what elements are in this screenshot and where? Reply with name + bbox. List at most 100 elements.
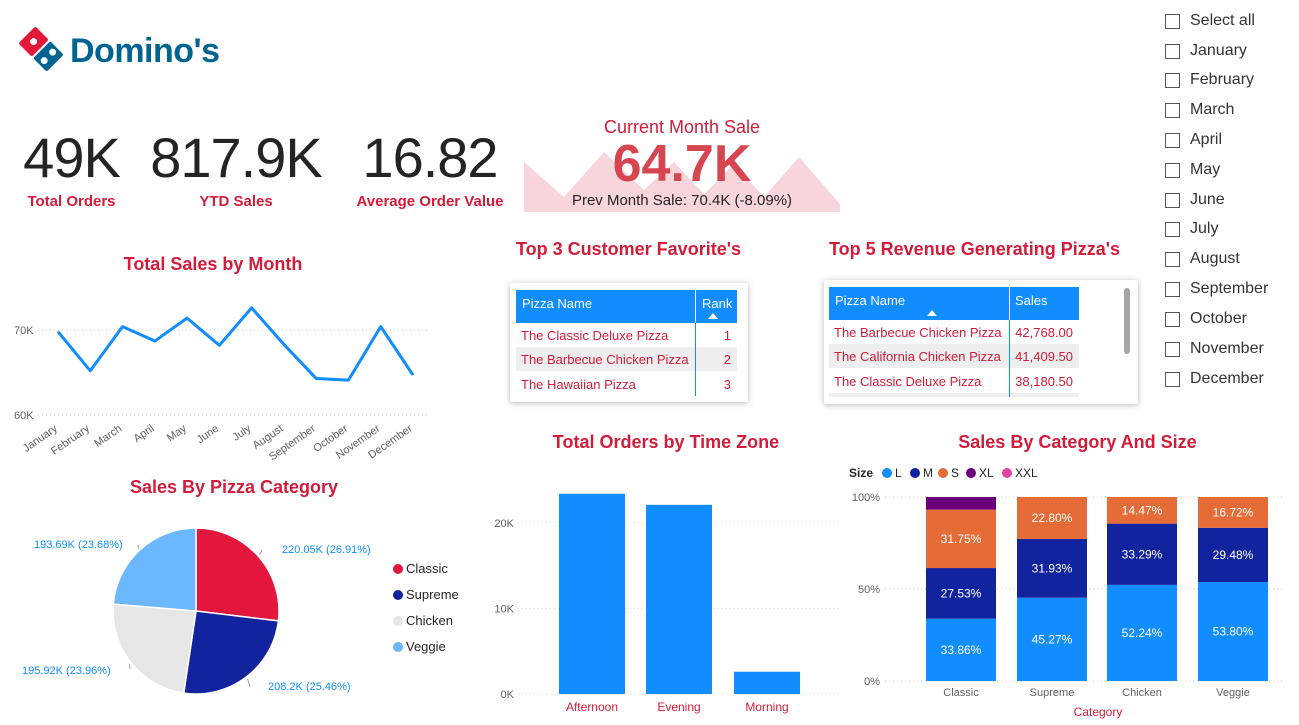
current-month-value: 64.7K — [612, 135, 752, 193]
legend-label[interactable]: Classic — [406, 561, 448, 576]
column-header-pizza-name[interactable]: Pizza Name — [835, 293, 905, 308]
x-axis-title: Category — [1074, 705, 1123, 719]
filter-march[interactable]: March — [1165, 101, 1234, 119]
checkbox-icon[interactable] — [1165, 43, 1180, 59]
filter-april[interactable]: April — [1165, 131, 1222, 149]
filter-label: June — [1190, 191, 1225, 208]
bar-afternoon[interactable] — [559, 493, 625, 694]
legend-marker-icon[interactable] — [1002, 468, 1012, 478]
table-row[interactable]: The Barbecue Chicken Pizza 42,768.00 — [829, 320, 1079, 344]
pie-slice-supreme[interactable] — [182, 610, 280, 695]
legend-marker-icon[interactable] — [393, 616, 403, 626]
filter-label: December — [1190, 370, 1264, 387]
filter-label: Select all — [1190, 12, 1255, 29]
table-row-partial[interactable] — [829, 393, 1079, 397]
legend-label[interactable]: L — [895, 466, 902, 480]
checkbox-icon[interactable] — [1165, 132, 1180, 148]
table-row[interactable]: The Classic Deluxe Pizza 1 — [516, 323, 737, 347]
filter-label: January — [1190, 42, 1247, 59]
column-header-sales[interactable]: Sales — [1015, 293, 1048, 308]
table-header: Pizza Name Sales — [829, 287, 1079, 320]
dominos-logo: Domino's — [16, 24, 246, 74]
legend-label[interactable]: S — [951, 466, 959, 480]
data-label: 33.86% — [941, 643, 982, 657]
checkbox-icon[interactable] — [1165, 341, 1180, 357]
bar-morning[interactable] — [734, 671, 800, 694]
legend-label[interactable]: Chicken — [406, 613, 453, 628]
legend-label[interactable]: M — [923, 466, 933, 480]
filter-october[interactable]: October — [1165, 310, 1247, 328]
legend-marker-icon[interactable] — [882, 468, 892, 478]
legend-marker-icon[interactable] — [393, 642, 403, 652]
bar-segment-xl[interactable] — [926, 497, 996, 510]
legend-label[interactable]: XL — [979, 466, 994, 480]
checkbox-icon[interactable] — [1165, 72, 1180, 88]
kpi-average-order-value: 16.82 Average Order Value — [344, 128, 516, 211]
data-label: 52.24% — [1122, 626, 1163, 640]
prev-month-sale: Prev Month Sale: 70.4K (-8.09%) — [571, 192, 793, 209]
legend-marker-icon[interactable] — [938, 468, 948, 478]
table-row[interactable]: The Classic Deluxe Pizza 38,180.50 — [829, 369, 1079, 393]
data-label: 220.05K (26.91%) — [282, 544, 371, 556]
checkbox-icon[interactable] — [1165, 371, 1180, 387]
filter-june[interactable]: June — [1165, 191, 1225, 209]
filter-label: April — [1190, 131, 1223, 148]
bar-evening[interactable] — [646, 504, 712, 694]
y-tick-label: 50% — [858, 584, 880, 596]
filter-november[interactable]: November — [1165, 340, 1264, 358]
legend-marker-icon[interactable] — [966, 468, 976, 478]
orders-by-timezone-title: Total Orders by Time Zone — [552, 432, 780, 452]
checkbox-icon[interactable] — [1165, 162, 1180, 178]
data-label: 53.80% — [1213, 625, 1254, 639]
table-scrollbar[interactable] — [1124, 288, 1130, 354]
filter-may[interactable]: May — [1165, 161, 1220, 179]
checkbox-icon[interactable] — [1165, 13, 1180, 29]
kpi-label: Total Orders — [27, 193, 116, 210]
legend-marker-icon[interactable] — [910, 468, 920, 478]
legend-label[interactable]: XXL — [1015, 466, 1038, 480]
filter-february[interactable]: February — [1165, 71, 1254, 89]
series-line[interactable] — [56, 306, 415, 382]
x-tick-label: July — [230, 422, 253, 443]
sales-by-month-chart: 70K60KJanuaryFebruary March April May June Ju… — [14, 306, 428, 463]
current-month-card: Current Month Sale 64.7K Prev Month Sale… — [524, 112, 840, 212]
pie-slice-chicken[interactable] — [112, 603, 197, 694]
filter-january[interactable]: January — [1165, 42, 1247, 60]
legend-label[interactable]: Supreme — [406, 587, 459, 602]
sort-ascending-icon[interactable] — [708, 313, 718, 319]
checkbox-icon[interactable] — [1165, 311, 1180, 327]
top3-table: Pizza Name Rank The Classic Deluxe Pizza… — [510, 283, 748, 402]
sort-descending-icon[interactable] — [927, 310, 937, 316]
x-tick-label: Veggie — [1216, 687, 1250, 699]
filter-select-all[interactable]: Select all — [1165, 12, 1255, 30]
filter-september[interactable]: September — [1165, 280, 1268, 298]
category-size-title: Sales By Category And Size — [958, 432, 1197, 452]
table-row[interactable]: The California Chicken Pizza 41,409.50 — [829, 344, 1079, 368]
cell-sales: 41,409.50 — [1015, 349, 1073, 364]
filter-december[interactable]: December — [1165, 370, 1264, 388]
pie-slice-classic[interactable] — [195, 527, 280, 622]
checkbox-icon[interactable] — [1165, 102, 1180, 118]
column-header-rank[interactable]: Rank — [702, 296, 732, 311]
filter-label: July — [1190, 220, 1219, 237]
orders-by-timezone-chart: 20K 10K 0K Afternoon Evening Morning — [494, 493, 840, 714]
top5-table: Pizza Name Sales The Barbecue Chicken Pi… — [824, 280, 1138, 404]
checkbox-icon[interactable] — [1165, 251, 1180, 267]
checkbox-icon[interactable] — [1165, 192, 1180, 208]
kpi-value: 49K — [23, 126, 121, 189]
pie-slice-veggie[interactable] — [112, 527, 197, 612]
legend-label[interactable]: Veggie — [406, 639, 446, 654]
column-header-pizza-name[interactable]: Pizza Name — [522, 296, 592, 311]
x-tick-label: Classic — [943, 687, 979, 699]
x-tick-label: Morning — [745, 700, 788, 714]
filter-july[interactable]: July — [1165, 220, 1218, 238]
table-row[interactable]: The Hawaiian Pizza 3 — [516, 372, 737, 396]
legend-marker-icon[interactable] — [393, 564, 403, 574]
table-row[interactable]: The Barbecue Chicken Pizza 2 — [516, 347, 737, 371]
checkbox-icon[interactable] — [1165, 281, 1180, 297]
filter-august[interactable]: August — [1165, 250, 1240, 268]
checkbox-icon[interactable] — [1165, 221, 1180, 237]
y-tick-label: 0% — [864, 676, 880, 688]
column-divider — [1009, 287, 1010, 320]
legend-marker-icon[interactable] — [393, 590, 403, 600]
